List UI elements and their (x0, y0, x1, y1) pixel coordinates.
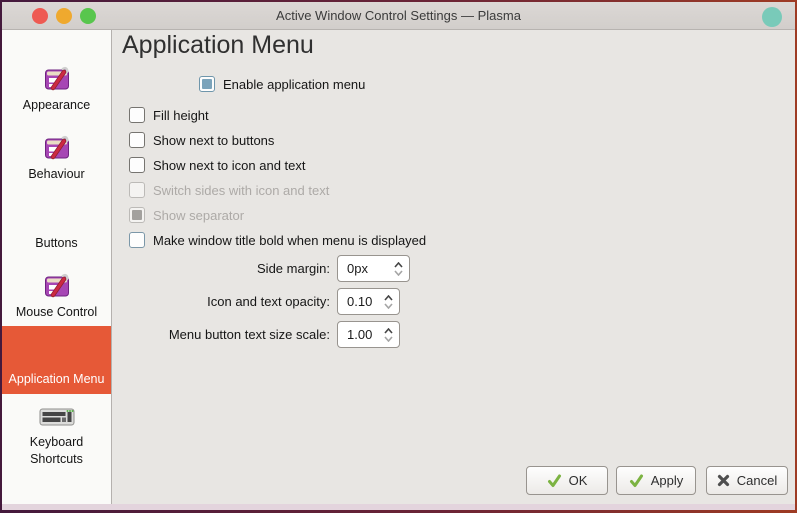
close-icon (717, 474, 729, 487)
spin-up-icon[interactable] (384, 327, 393, 334)
sidebar-item-label: Mouse Control (15, 305, 98, 319)
menu-text-scale-row: Menu button text size scale: 1.00 (112, 321, 400, 348)
sidebar-item-mouse-control[interactable]: Mouse Control (2, 271, 111, 319)
sidebar-item-label: Keyboard Shortcuts (29, 435, 84, 466)
icon-text-opacity-value[interactable]: 0.10 (347, 294, 372, 309)
spinner-buttons (384, 294, 393, 309)
icon-text-opacity-row: Icon and text opacity: 0.10 (112, 288, 400, 315)
checkbox-label: Show next to buttons (153, 132, 275, 148)
checkbox-unchecked-icon[interactable] (129, 157, 145, 173)
checkbox-unchecked-icon[interactable] (129, 107, 145, 123)
sidebar-item-label: Buttons (35, 236, 78, 250)
checkbox-unchecked-icon[interactable] (129, 232, 145, 248)
menu-text-scale-label: Menu button text size scale: (168, 327, 330, 342)
checkbox-label: Enable application menu (223, 76, 366, 92)
checkbox-unchecked-icon[interactable] (129, 132, 145, 148)
checkbox-label: Make window title bold when menu is disp… (153, 232, 427, 248)
spin-down-icon[interactable] (394, 269, 403, 276)
side-margin-value[interactable]: 0px (347, 261, 368, 276)
window-bottom-strip (2, 504, 795, 510)
checkbox-show-next-to-icon-and-text[interactable]: Show next to icon and text (129, 157, 305, 173)
apply-button[interactable]: Apply (616, 466, 696, 495)
sidebar-item-keyboard-shortcuts[interactable]: Keyboard Shortcuts (2, 406, 111, 468)
window-tool-icon (42, 271, 72, 301)
checkbox-switch-sides-disabled: Switch sides with icon and text (129, 182, 329, 198)
spin-up-icon[interactable] (384, 294, 393, 301)
checkbox-label: Switch sides with icon and text (153, 182, 330, 198)
checkbox-bold-window-title[interactable]: Make window title bold when menu is disp… (129, 232, 426, 248)
settings-window: Active Window Control Settings — Plasma (2, 2, 795, 504)
ok-button-label: OK (568, 473, 588, 488)
sidebar-item-appearance[interactable]: Appearance (2, 64, 111, 112)
checkbox-unchecked-icon (129, 182, 145, 198)
checkbox-checked-icon (129, 207, 145, 223)
keyboard-icon (39, 406, 75, 428)
icon-text-opacity-spinner[interactable]: 0.10 (337, 288, 400, 315)
cancel-button-label: Cancel (736, 473, 778, 488)
spinner-buttons (384, 327, 393, 342)
side-margin-row: Side margin: 0px (112, 255, 410, 282)
user-indicator-icon[interactable] (762, 7, 782, 27)
sidebar-item-label: Application Menu (8, 372, 105, 386)
ok-button[interactable]: OK (526, 466, 608, 495)
check-icon (629, 474, 643, 487)
window-title: Active Window Control Settings — Plasma (276, 8, 521, 23)
sidebar-item-buttons[interactable]: Buttons (2, 236, 111, 250)
window-content: Appearance Behaviour Buttons Mouse Contr… (2, 30, 795, 504)
spin-up-icon[interactable] (394, 261, 403, 268)
sidebar-item-label: Appearance (22, 98, 91, 112)
checkbox-label: Show separator (153, 207, 245, 223)
checkbox-checked-icon[interactable] (199, 76, 215, 92)
apply-button-label: Apply (650, 473, 684, 488)
checkbox-show-separator-disabled: Show separator (129, 207, 244, 223)
menu-text-scale-value[interactable]: 1.00 (347, 327, 372, 342)
application-menu-panel: Application Menu Enable application menu… (112, 30, 795, 504)
checkbox-show-next-to-buttons[interactable]: Show next to buttons (129, 132, 274, 148)
sidebar-item-label: Behaviour (28, 167, 85, 181)
window-tool-icon (42, 133, 72, 163)
sidebar: Appearance Behaviour Buttons Mouse Contr… (2, 30, 112, 504)
checkbox-label: Show next to icon and text (153, 157, 306, 173)
sidebar-item-behaviour[interactable]: Behaviour (2, 133, 111, 181)
spinner-buttons (394, 261, 403, 276)
checkbox-enable-application-menu[interactable]: Enable application menu (199, 76, 365, 92)
cancel-button[interactable]: Cancel (706, 466, 788, 495)
spin-down-icon[interactable] (384, 302, 393, 309)
side-margin-label: Side margin: (257, 261, 330, 276)
side-margin-spinner[interactable]: 0px (337, 255, 410, 282)
spin-down-icon[interactable] (384, 335, 393, 342)
titlebar[interactable]: Active Window Control Settings — Plasma (2, 2, 795, 30)
check-icon (547, 474, 561, 487)
page-title: Application Menu (122, 31, 314, 59)
window-tool-icon (42, 64, 72, 94)
checkbox-fill-height[interactable]: Fill height (129, 107, 209, 123)
sidebar-item-application-menu-selected[interactable]: Application Menu (2, 326, 111, 394)
checkbox-label: Fill height (153, 107, 209, 123)
menu-text-scale-spinner[interactable]: 1.00 (337, 321, 400, 348)
icon-text-opacity-label: Icon and text opacity: (207, 294, 330, 309)
